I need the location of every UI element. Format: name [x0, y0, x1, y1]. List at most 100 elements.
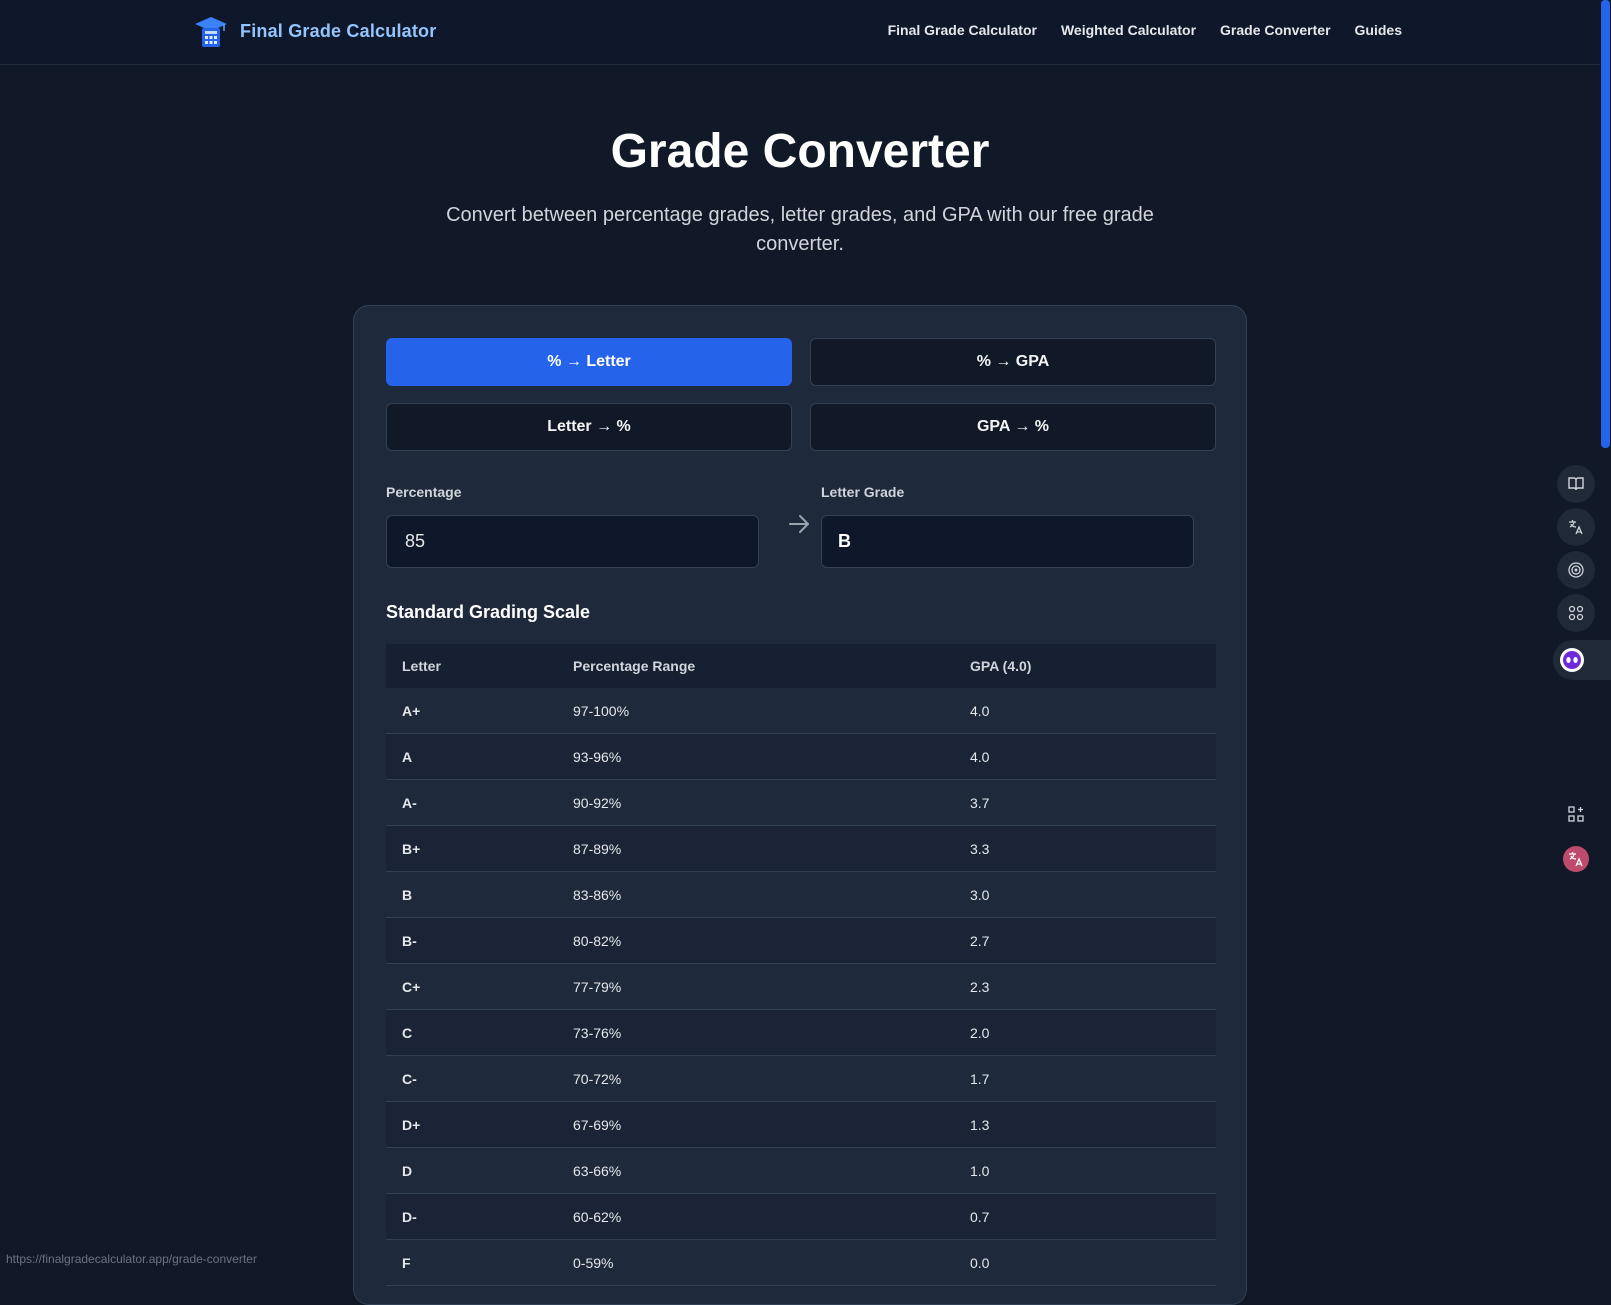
table-row: A+ 97-100% 4.0 — [386, 688, 1216, 734]
gpa-cell: 0.7 — [970, 1208, 990, 1225]
percentage-label: Percentage — [386, 484, 462, 500]
assistant-button[interactable] — [1553, 640, 1611, 680]
column-header-letter: Letter — [402, 658, 441, 674]
translate-badge-icon — [1563, 846, 1589, 872]
table-row: B 83-86% 3.0 — [386, 872, 1216, 918]
percentage-range-cell: 0-59% — [573, 1254, 614, 1271]
table-row: A 93-96% 4.0 — [386, 734, 1216, 780]
table-row: D+ 67-69% 1.3 — [386, 1102, 1216, 1148]
percentage-range-cell: 60-62% — [573, 1208, 622, 1225]
gpa-cell: 2.7 — [970, 932, 990, 949]
table-row: C 73-76% 2.0 — [386, 1010, 1216, 1056]
arrow-right-icon — [789, 515, 809, 533]
table-row: A- 90-92% 3.7 — [386, 780, 1216, 826]
brand-link[interactable]: Final Grade Calculator — [194, 14, 436, 48]
graduation-calculator-icon — [195, 17, 227, 47]
gpa-cell: 2.3 — [970, 978, 990, 995]
gpa-cell: 3.0 — [970, 886, 990, 903]
nav-weighted-calculator[interactable]: Weighted Calculator — [1061, 22, 1196, 38]
broadcast-icon — [1568, 562, 1584, 578]
page-subtitle: Convert between percentage grades, lette… — [446, 204, 1154, 255]
tab-gpa-to-percent[interactable]: GPA → % — [810, 403, 1216, 451]
translate-icon — [1569, 520, 1583, 535]
percentage-range-cell: 63-66% — [573, 1162, 622, 1179]
gpa-cell: 1.0 — [970, 1162, 990, 1179]
column-header-gpa: GPA (4.0) — [970, 658, 1032, 674]
translate-badge-button[interactable] — [1557, 840, 1595, 878]
percentage-range-cell: 83-86% — [573, 886, 622, 903]
status-bar-url: https://finalgradecalculator.app/grade-c… — [0, 1250, 263, 1270]
gpa-cell: 3.7 — [970, 794, 990, 811]
conversion-mode-tabs: % → Letter % → GPA Letter → % GPA → % — [386, 338, 1216, 451]
percentage-range-cell: 77-79% — [573, 978, 622, 995]
percentage-range-cell: 73-76% — [573, 1024, 622, 1041]
table-row: C+ 77-79% 2.3 — [386, 964, 1216, 1010]
table-row: D- 60-62% 0.7 — [386, 1194, 1216, 1240]
letter-grade-result: B — [821, 515, 1194, 568]
grade-letter-cell: A — [402, 748, 413, 765]
grading-scale-title: Standard Grading Scale — [386, 602, 591, 622]
gpa-cell: 4.0 — [970, 748, 990, 765]
converter-card: % → Letter % → GPA Letter → % GPA → % Pe… — [353, 305, 1247, 1305]
grade-letter-cell: D- — [402, 1208, 417, 1225]
site-header: Final Grade Calculator Final Grade Calcu… — [0, 0, 1600, 65]
grade-letter-cell: D+ — [402, 1116, 421, 1133]
gpa-cell: 1.7 — [970, 1070, 990, 1087]
table-row: B+ 87-89% 3.3 — [386, 826, 1216, 872]
add-widget-button[interactable] — [1557, 795, 1595, 833]
column-header-percentage-range: Percentage Range — [573, 658, 696, 674]
table-row: B- 80-82% 2.7 — [386, 918, 1216, 964]
table-row: F 0-59% 0.0 — [386, 1240, 1216, 1286]
gpa-cell: 3.3 — [970, 840, 990, 857]
percentage-range-cell: 87-89% — [573, 840, 622, 857]
brand-title: Final Grade Calculator — [240, 20, 437, 41]
table-row: D 63-66% 1.0 — [386, 1148, 1216, 1194]
grade-letter-cell: B- — [402, 932, 417, 949]
percentage-range-cell: 97-100% — [573, 702, 630, 719]
grade-letter-cell: F — [402, 1254, 411, 1271]
scrollbar[interactable] — [1600, 0, 1611, 1270]
grade-letter-cell: C- — [402, 1070, 417, 1087]
reader-button[interactable] — [1557, 465, 1595, 503]
assistant-icon — [1560, 648, 1584, 672]
translate-button[interactable] — [1557, 508, 1595, 546]
nav-guides[interactable]: Guides — [1355, 22, 1402, 38]
grade-letter-cell: D — [402, 1162, 413, 1179]
gpa-cell: 1.3 — [970, 1116, 990, 1133]
grading-scale-table: Letter Percentage Range GPA (4.0) A+ 97-1… — [386, 644, 1216, 1286]
table-row: C- 70-72% 1.7 — [386, 1056, 1216, 1102]
grade-letter-cell: B+ — [402, 840, 421, 857]
shortcuts-button[interactable] — [1557, 594, 1595, 632]
grade-letter-cell: C+ — [402, 978, 421, 995]
gpa-cell: 2.0 — [970, 1024, 990, 1041]
add-widget-icon — [1568, 806, 1584, 822]
percentage-range-cell: 90-92% — [573, 794, 622, 811]
letter-grade-label: Letter Grade — [821, 484, 905, 500]
percentage-range-cell: 67-69% — [573, 1116, 622, 1133]
percentage-range-cell: 70-72% — [573, 1070, 622, 1087]
percentage-range-cell: 93-96% — [573, 748, 622, 765]
grade-letter-cell: A+ — [402, 702, 421, 719]
percentage-field[interactable] — [386, 515, 759, 568]
table-body: A+ 97-100% 4.0 A 93-96% 4.0 A- 90-92% 3.7 B+ 87-89… — [386, 688, 1216, 1286]
scrollbar-thumb[interactable] — [1601, 0, 1610, 448]
tab-percent-to-gpa[interactable]: % → GPA — [810, 338, 1216, 386]
command-icon — [1568, 605, 1584, 621]
gpa-cell: 0.0 — [970, 1254, 990, 1271]
grade-letter-cell: A- — [402, 794, 417, 811]
grade-letter-cell: C — [402, 1024, 413, 1041]
table-header: Letter Percentage Range GPA (4.0) — [386, 644, 1216, 688]
nav-grade-converter[interactable]: Grade Converter — [1220, 22, 1330, 38]
tab-percent-to-letter[interactable]: % → Letter — [386, 338, 792, 386]
percentage-input[interactable] — [403, 530, 742, 553]
letter-grade-value: B — [838, 531, 851, 551]
page-title: Grade Converter — [610, 125, 990, 178]
grade-letter-cell: B — [402, 886, 413, 903]
tab-letter-to-percent[interactable]: Letter → % — [386, 403, 792, 451]
gpa-cell: 4.0 — [970, 702, 990, 719]
book-icon — [1568, 477, 1584, 491]
read-aloud-button[interactable] — [1557, 551, 1595, 589]
percentage-range-cell: 80-82% — [573, 932, 622, 949]
main-nav: Final Grade Calculator Weighted Calculat… — [888, 22, 1402, 38]
nav-final-grade-calculator[interactable]: Final Grade Calculator — [888, 22, 1037, 38]
